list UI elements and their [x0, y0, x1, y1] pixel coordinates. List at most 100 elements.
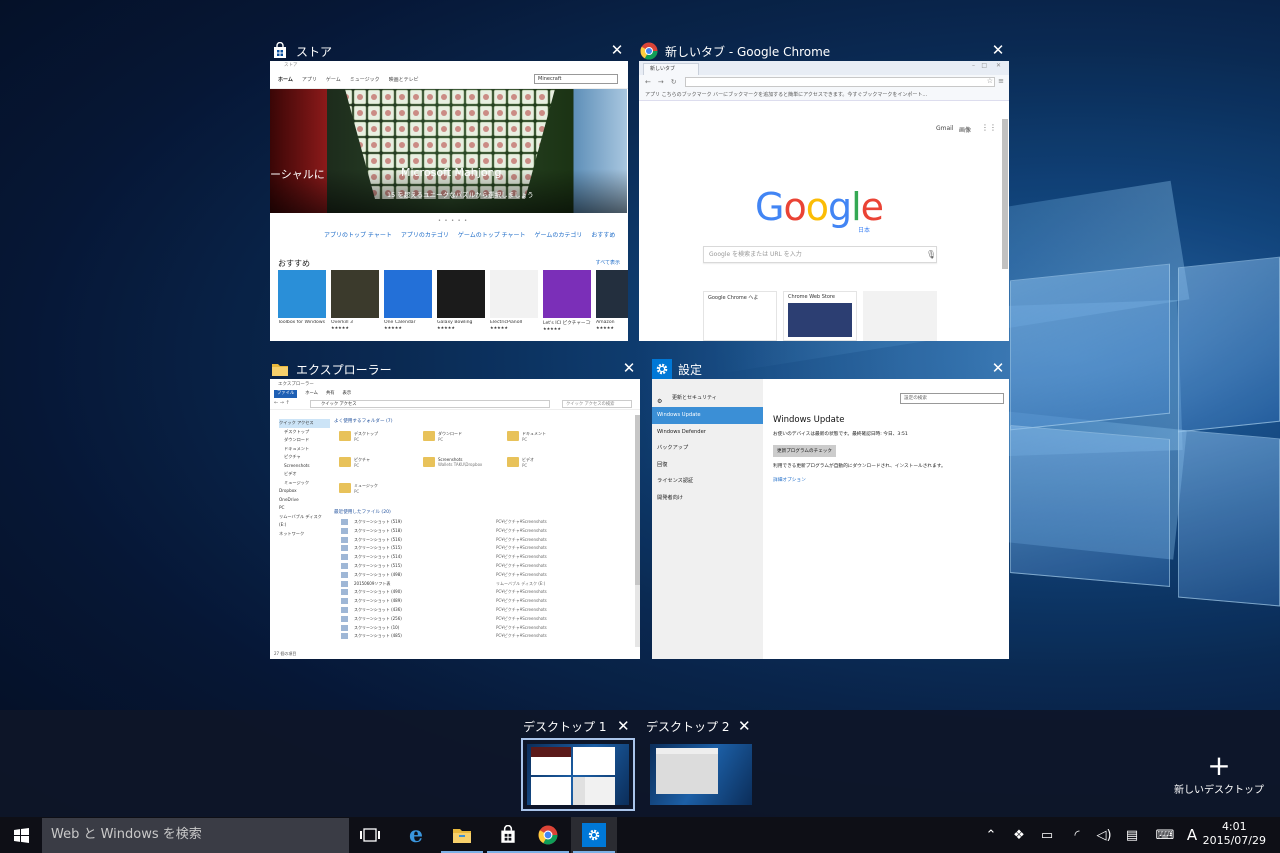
ribbon-view[interactable]: 表示: [343, 390, 352, 398]
folder-item[interactable]: Screenshots Wallets TAKU\Dropbox: [423, 457, 482, 467]
nav-games[interactable]: ゲーム: [326, 76, 341, 83]
scrollbar[interactable]: [635, 415, 640, 647]
app-tile[interactable]: ElectricPianoII ★★★★★: [490, 270, 538, 330]
close-icon[interactable]: ✕: [738, 717, 751, 735]
file-row[interactable]: スクリーンショット (256) PC¥ピクチャ¥Screenshots: [341, 615, 640, 622]
settings-nav-item[interactable]: 開発者向け: [652, 490, 763, 507]
folder-item[interactable]: ピクチャ PC: [339, 457, 370, 468]
nav-item[interactable]: ドキュメント: [279, 445, 330, 454]
app-tile[interactable]: Amazon ★★★★★: [596, 270, 628, 330]
folder-item[interactable]: ビデオ PC: [507, 457, 534, 468]
file-row[interactable]: 20150609ソフト表 リムーバブル ディスク (E:): [341, 580, 640, 587]
app-tile[interactable]: Let's ICI ピクチャーコラージュ★★★★★: [543, 270, 591, 331]
close-icon[interactable]: ✕: [620, 359, 638, 377]
apps-grid-icon[interactable]: ⋮⋮: [981, 123, 997, 132]
mic-icon[interactable]: 🎙: [926, 250, 936, 259]
nav-item[interactable]: OneDrive: [279, 496, 330, 505]
file-row[interactable]: スクリーンショット (514) PC¥ピクチャ¥Screenshots: [341, 554, 640, 561]
nav-item[interactable]: ピクチャ: [279, 453, 330, 462]
nav-item[interactable]: PC: [279, 504, 330, 513]
app-tile[interactable]: One Calendar ★★★★★: [384, 270, 432, 330]
settings-nav-item[interactable]: ライセンス認証: [652, 473, 763, 490]
recent-files-header[interactable]: 最近使用したファイル (20): [334, 509, 391, 515]
nav-item[interactable]: ダウンロード: [279, 436, 330, 445]
file-row[interactable]: スクリーンショット (515) PC¥ピクチャ¥Screenshots: [341, 563, 640, 569]
scrollbar[interactable]: [1002, 119, 1008, 269]
hero-banner[interactable]: ーシャルに Microsoft Mahjong 15 を超えるユニークなパズルか…: [270, 89, 627, 213]
omnibox[interactable]: [685, 77, 995, 87]
maximize-icon[interactable]: □: [981, 62, 987, 69]
nav-item[interactable]: クイック アクセス: [279, 419, 330, 428]
file-row[interactable]: スクリーンショット (436) PC¥ピクチャ¥Screenshots: [341, 607, 640, 613]
gmail-link[interactable]: Gmail: [936, 125, 954, 132]
taskbar-explorer[interactable]: [439, 817, 485, 853]
settings-nav-item[interactable]: Windows Defender: [652, 424, 763, 441]
desktop-thumbnail[interactable]: [644, 738, 758, 811]
link-top-games[interactable]: ゲームのトップ チャート: [458, 230, 526, 239]
app-tile[interactable]: Galaxy Bowling ★★★★★: [437, 270, 485, 330]
window-chrome[interactable]: 新しいタブ - Google Chrome ✕ 新しいタブ – □ ✕ ← → …: [639, 38, 1009, 342]
file-row[interactable]: スクリーンショット (516) PC¥ピクチャ¥Screenshots: [341, 536, 640, 543]
nav-item[interactable]: ミュージック: [279, 479, 330, 488]
settings-search-input[interactable]: 設定の検索: [900, 393, 1004, 404]
file-row[interactable]: スクリーンショット (489) PC¥ピクチャ¥Screenshots: [341, 598, 640, 605]
back-icon[interactable]: ←: [645, 78, 651, 86]
file-row[interactable]: スクリーンショット (515) PC¥ピクチャ¥Screenshots: [341, 545, 640, 552]
window-thumbnail[interactable]: 新しいタブ – □ ✕ ← → ↻ ☆ ≡ アプリ こちらのブックマーク バーに…: [639, 61, 1009, 341]
ribbon-home[interactable]: ホーム: [305, 390, 318, 398]
window-thumbnail[interactable]: 設定 ⚙ 更新とセキュリティ Windows UpdateWindows Def…: [652, 379, 1009, 659]
window-thumbnail[interactable]: エクスプローラー ファイル ホーム 共有 表示 ← → ↑ クイック アクセス …: [270, 379, 640, 659]
ime-indicator[interactable]: A: [1181, 817, 1203, 853]
nav-item[interactable]: ネットワーク: [279, 530, 330, 539]
show-hidden-icons-icon[interactable]: ⌃: [980, 817, 1002, 853]
close-icon[interactable]: ✕: [989, 359, 1007, 377]
nav-home[interactable]: ホーム: [278, 76, 293, 83]
see-all-link[interactable]: すべて表示: [596, 259, 620, 266]
minimize-icon[interactable]: –: [972, 62, 975, 69]
close-icon[interactable]: ✕: [608, 41, 626, 59]
task-view-button[interactable]: [347, 817, 393, 853]
app-tile[interactable]: Overkill 3 ★★★★★: [331, 270, 379, 330]
close-icon[interactable]: ✕: [989, 41, 1007, 59]
reload-icon[interactable]: ↻: [671, 78, 677, 86]
wifi-icon[interactable]: ◜: [1065, 817, 1089, 853]
ribbon-share[interactable]: 共有: [326, 390, 335, 398]
nav-item[interactable]: Screenshots: [279, 462, 330, 471]
advanced-options-link[interactable]: 詳細オプション: [773, 477, 1009, 483]
clock[interactable]: 4:01 2015/07/29: [1203, 820, 1266, 848]
taskbar-search-input[interactable]: Web と Windows を検索: [42, 818, 349, 853]
file-row[interactable]: スクリーンショット (490) PC¥ピクチャ¥Screenshots: [341, 589, 640, 596]
home-gear-icon[interactable]: ⚙: [657, 393, 662, 411]
keyboard-icon[interactable]: ⌨: [1152, 817, 1178, 853]
volume-icon[interactable]: ◁): [1092, 817, 1116, 853]
most-visited-tile[interactable]: [863, 291, 937, 341]
folder-item[interactable]: ドキュメント PC: [507, 431, 546, 442]
folder-item[interactable]: ダウンロード PC: [423, 431, 462, 442]
link-app-categories[interactable]: アプリのカテゴリ: [401, 230, 449, 239]
taskbar-settings[interactable]: [571, 817, 617, 853]
settings-nav-item[interactable]: Windows Update: [652, 407, 763, 424]
window-thumbnail[interactable]: ストア ホーム アプリ ゲーム ミュージック 映画とテレビ Minecraft …: [270, 61, 628, 341]
window-explorer[interactable]: エクスプローラー ✕ エクスプローラー ファイル ホーム 共有 表示 ← → ↑…: [270, 356, 640, 660]
desktop-thumbnail[interactable]: [521, 738, 635, 811]
window-store[interactable]: ストア ✕ ストア ホーム アプリ ゲーム ミュージック 映画とテレビ Mine…: [270, 38, 628, 342]
close-window-icon[interactable]: ✕: [996, 62, 1001, 69]
link-game-categories[interactable]: ゲームのカテゴリ: [535, 230, 583, 239]
start-button[interactable]: [0, 817, 42, 853]
action-center-icon[interactable]: ▤: [1120, 817, 1144, 853]
most-visited-tile[interactable]: Google Chrome へよ: [703, 291, 777, 341]
folder-item[interactable]: デスクトップ PC: [339, 431, 378, 442]
settings-nav-item[interactable]: バックアップ: [652, 440, 763, 457]
explorer-search-input[interactable]: クイック アクセスの検索: [562, 400, 632, 408]
images-link[interactable]: 画像: [959, 125, 971, 134]
ribbon-file[interactable]: ファイル: [274, 390, 298, 398]
nav-apps[interactable]: アプリ: [302, 76, 317, 83]
nav-arrows-icon[interactable]: ← → ↑: [274, 400, 290, 406]
file-row[interactable]: スクリーンショット (518) PC¥ピクチャ¥Screenshots: [341, 527, 640, 534]
google-search-input[interactable]: Google を検索または URL を入力: [703, 246, 937, 263]
taskbar-edge[interactable]: e: [393, 817, 439, 853]
file-row[interactable]: スクリーンショット (519) PC¥ピクチャ¥Screenshots: [341, 519, 640, 525]
battery-icon[interactable]: ▭: [1035, 817, 1059, 853]
nav-movies[interactable]: 映画とテレビ: [389, 76, 419, 83]
check-updates-button[interactable]: 更新プログラムのチェック: [773, 445, 836, 457]
